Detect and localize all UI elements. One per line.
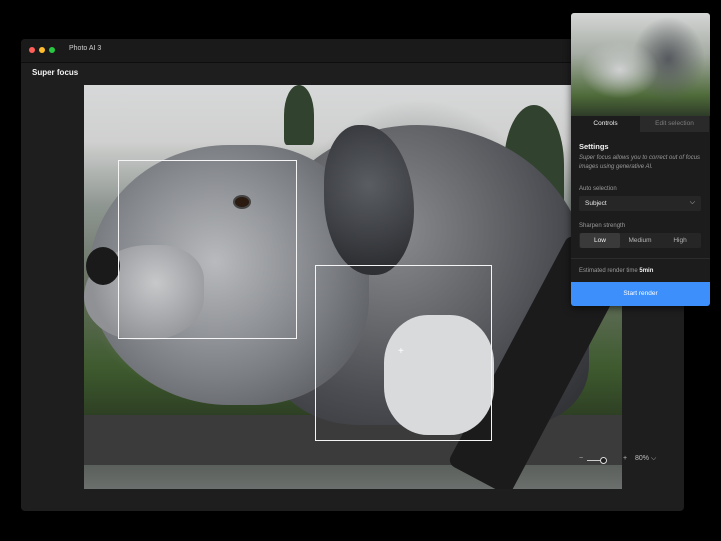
auto-selection-dropdown[interactable]: Subject ⌵ (579, 196, 701, 211)
crosshair-cursor-icon: + (398, 346, 404, 357)
sharpen-strength-label: Sharpen strength (579, 223, 626, 229)
minimize-window-button[interactable] (39, 47, 45, 53)
selection-box[interactable] (118, 160, 297, 339)
panel-tabs: Controls Edit selection (571, 116, 710, 132)
super-focus-panel: Controls Edit selection Settings Super f… (571, 13, 710, 306)
preview-thumbnail (571, 13, 710, 116)
maximize-window-button[interactable] (49, 47, 55, 53)
app-title: Photo AI 3 (69, 45, 102, 52)
zoom-slider-handle[interactable] (600, 457, 607, 464)
dog-nose (86, 247, 120, 285)
divider (571, 258, 710, 259)
tool-title: Super focus (32, 68, 79, 77)
sharpen-option-high[interactable]: High (660, 233, 700, 248)
sharpen-option-low[interactable]: Low (580, 233, 620, 248)
tab-controls[interactable]: Controls (571, 116, 640, 132)
auto-selection-label: Auto selection (579, 186, 617, 192)
render-time-info: Estimated render time 5min (579, 268, 653, 274)
auto-selection-value: Subject (585, 200, 607, 207)
settings-description: Super focus allows you to correct out of… (579, 155, 701, 170)
settings-heading: Settings (579, 142, 609, 151)
render-time-value: 5min (639, 268, 654, 274)
zoom-in-button[interactable]: + (623, 455, 627, 462)
background-tree (284, 85, 314, 145)
photo-canvas[interactable]: + (84, 85, 622, 489)
sharpen-strength-control: Low Medium High (579, 233, 701, 248)
close-window-button[interactable] (29, 47, 35, 53)
zoom-level-dropdown[interactable]: 80% ⌵ (635, 455, 656, 463)
render-time-label: Estimated render time (579, 268, 638, 274)
sharpen-option-medium[interactable]: Medium (620, 233, 660, 248)
start-render-button[interactable]: Start render (571, 282, 710, 306)
zoom-out-button[interactable]: − (579, 455, 583, 462)
chevron-down-icon: ⌵ (689, 199, 695, 206)
tab-edit-selection[interactable]: Edit selection (640, 116, 709, 132)
